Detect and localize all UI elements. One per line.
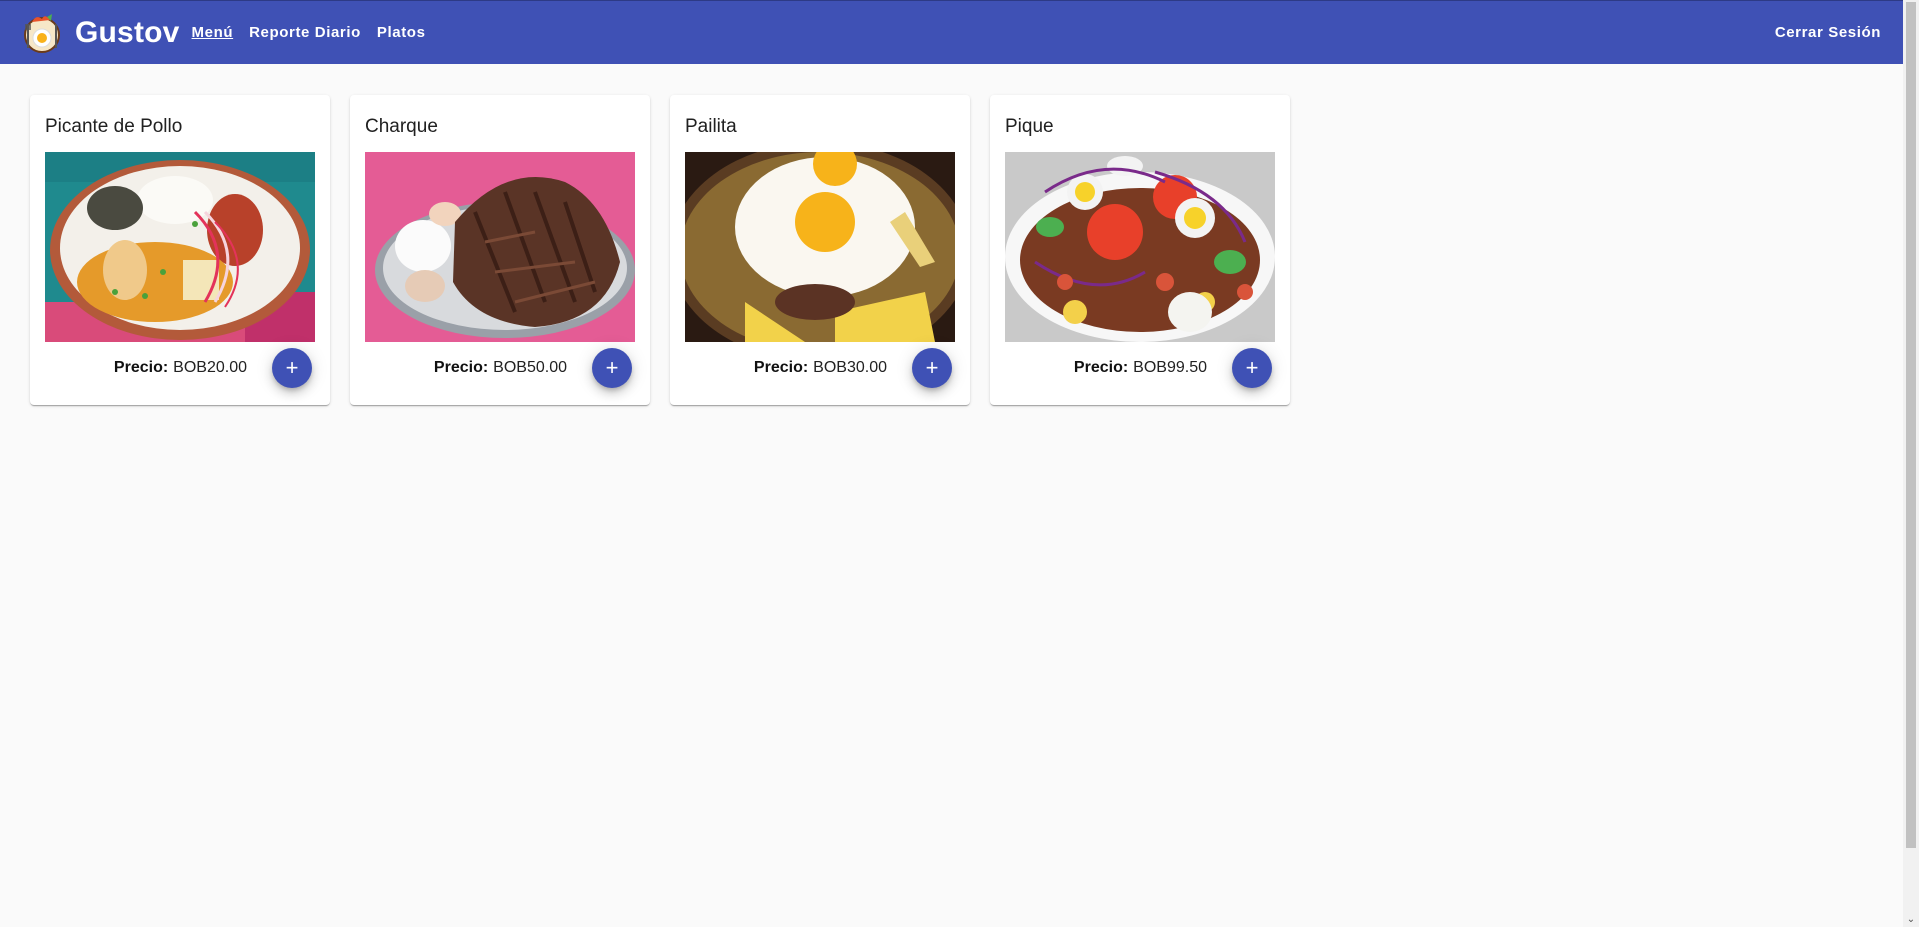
dish-footer: Precio: BOB50.00 + [365, 342, 635, 394]
plus-icon: + [605, 355, 619, 380]
scroll-down-icon[interactable]: ⌄ [1903, 911, 1919, 927]
dish-title: Charque [365, 116, 438, 137]
price-label: Precio: [753, 359, 809, 376]
vertical-scrollbar[interactable]: ▲ ⌄ [1903, 0, 1919, 927]
menu-grid: Picante de Pollo Precio: BOB20.00 + Char… [30, 95, 1290, 405]
dish-card: Picante de Pollo Precio: BOB20.00 + [30, 95, 330, 405]
pailita-photo [685, 152, 955, 342]
price-value: BOB30.00 [813, 359, 887, 376]
top-toolbar: Gustov Menú Reporte Diario Platos Cerrar… [0, 0, 1903, 64]
price-label: Precio: [1073, 359, 1129, 376]
brand-title[interactable]: Gustov [75, 16, 180, 50]
nav-platos[interactable]: Platos [377, 20, 426, 45]
dish-card: Charque Precio: BOB50.00 + [350, 95, 650, 405]
dish-card: Pique Precio: BOB99.50 + [990, 95, 1290, 405]
dish-title: Pique [1005, 116, 1054, 137]
dish-card: Pailita Precio: BOB30.00 + [670, 95, 970, 405]
price-value: BOB50.00 [493, 359, 567, 376]
nav-menu[interactable]: Menú [192, 20, 234, 45]
add-button[interactable]: + [1232, 348, 1272, 388]
price-value: BOB99.50 [1133, 359, 1207, 376]
pique-photo [1005, 152, 1275, 342]
dish-footer: Precio: BOB30.00 + [685, 342, 955, 394]
charque-photo [365, 152, 635, 342]
add-button[interactable]: + [592, 348, 632, 388]
picante-de-pollo-photo [45, 152, 315, 342]
dish-title: Picante de Pollo [45, 116, 183, 137]
plus-icon: + [285, 355, 299, 380]
add-button[interactable]: + [272, 348, 312, 388]
nav-reporte-diario[interactable]: Reporte Diario [249, 20, 361, 45]
price-label: Precio: [433, 359, 489, 376]
dish-footer: Precio: BOB99.50 + [1005, 342, 1275, 394]
price-value: BOB20.00 [173, 359, 247, 376]
gustov-logo-icon[interactable] [17, 9, 65, 57]
scrollbar-thumb[interactable] [1906, 2, 1916, 848]
price-label: Precio: [113, 359, 169, 376]
dish-title: Pailita [685, 116, 737, 137]
plus-icon: + [1245, 355, 1259, 380]
dish-footer: Precio: BOB20.00 + [45, 342, 315, 394]
add-button[interactable]: + [912, 348, 952, 388]
logout-button[interactable]: Cerrar Sesión [1775, 24, 1881, 41]
plus-icon: + [925, 355, 939, 380]
